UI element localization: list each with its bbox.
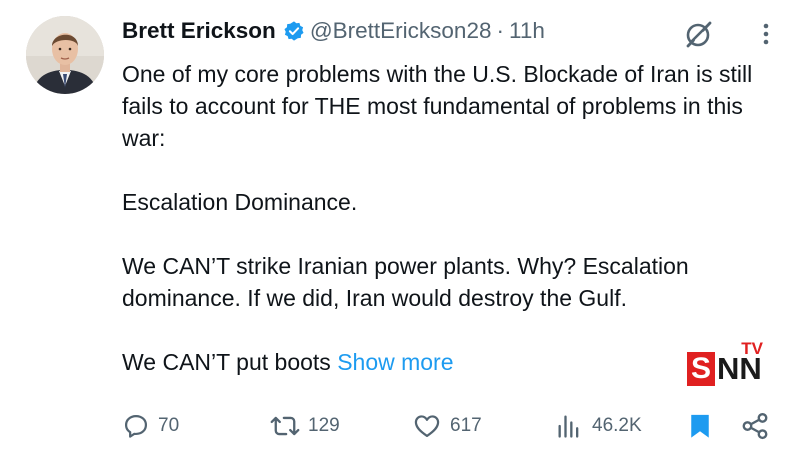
show-more-link[interactable]: Show more	[337, 349, 453, 375]
snn-tv-watermark: TV S NN	[681, 339, 799, 391]
reply-button[interactable]: 70	[122, 406, 179, 446]
post-paragraph: One of my core problems with the U.S. Bl…	[122, 61, 753, 151]
share-icon	[742, 412, 768, 440]
like-count: 617	[450, 415, 482, 436]
verified-badge-icon	[283, 20, 305, 42]
author-name[interactable]: Brett Erickson	[122, 18, 276, 44]
repost-button[interactable]: 129	[270, 406, 340, 446]
author-handle[interactable]: @BrettErickson28	[310, 18, 492, 44]
views-icon	[558, 415, 579, 438]
bookmark-button[interactable]	[688, 406, 712, 446]
post-paragraph: We CAN’T strike Iranian power plants. Wh…	[122, 253, 689, 311]
post-paragraph: Escalation Dominance.	[122, 189, 358, 215]
action-bar: 70 129 617 46.2K	[122, 406, 782, 446]
watermark-nn: NN	[717, 351, 762, 386]
separator-dot: ·	[496, 18, 504, 43]
post-time[interactable]: 11h	[509, 18, 545, 44]
repost-count: 129	[308, 415, 340, 436]
post-paragraph-truncated: We CAN’T put boots Show more	[122, 346, 772, 378]
grok-icon[interactable]	[681, 16, 717, 52]
post-body: One of my core problems with the U.S. Bl…	[122, 58, 772, 378]
more-options-icon[interactable]	[756, 16, 776, 52]
truncated-text: We CAN’T put boots	[122, 349, 331, 375]
views-button[interactable]: 46.2K	[554, 406, 642, 446]
repost-icon	[270, 416, 300, 436]
reply-icon	[124, 414, 148, 438]
bookmark-icon	[691, 414, 709, 438]
like-icon	[414, 415, 440, 438]
views-count: 46.2K	[592, 415, 642, 436]
author-avatar[interactable]	[26, 16, 104, 94]
post-header: Brett Erickson @BrettErickson28 · 11h	[122, 14, 545, 48]
avatar-image	[26, 16, 104, 94]
watermark-s: S	[687, 352, 715, 386]
share-button[interactable]	[740, 406, 770, 446]
like-button[interactable]: 617	[412, 406, 482, 446]
reply-count: 70	[158, 415, 180, 436]
